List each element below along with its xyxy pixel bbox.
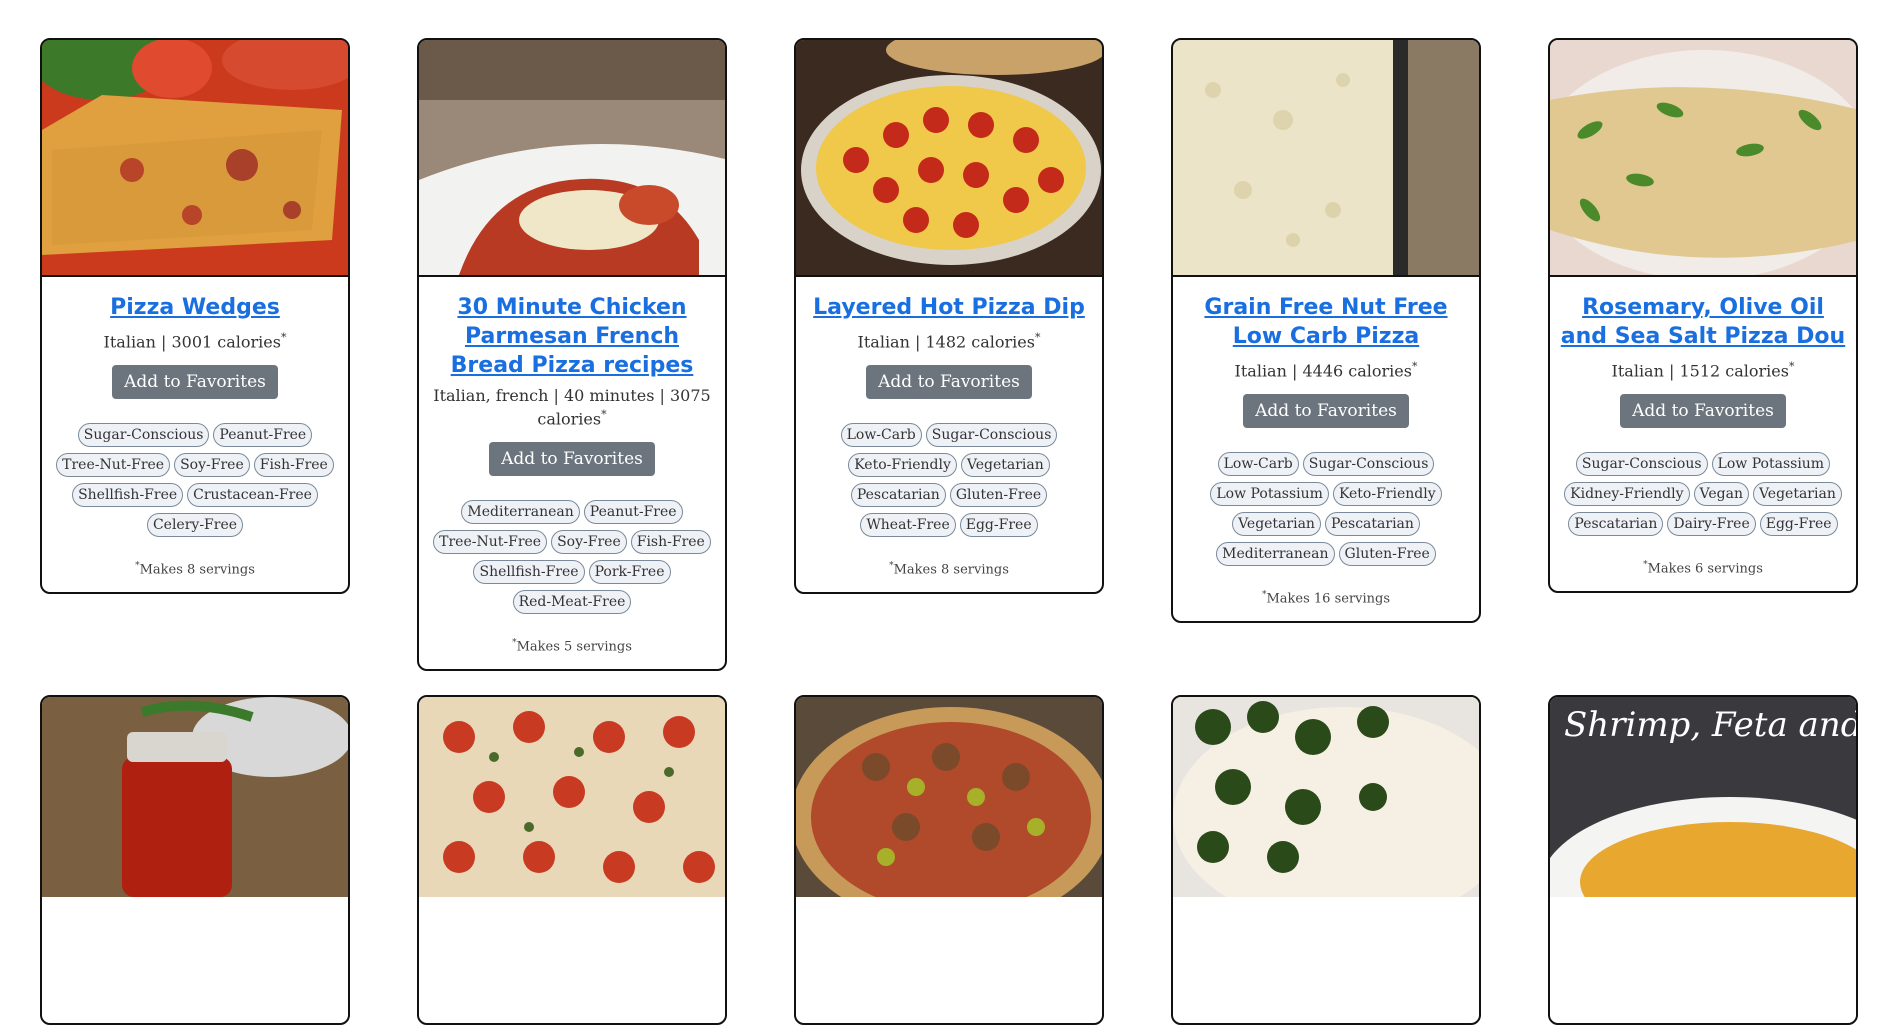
recipe-card: Pizza Wedges Italian | 3001 calories* Ad… xyxy=(40,38,350,594)
health-tag: Tree-Nut-Free xyxy=(56,453,171,478)
health-tag: Fish-Free xyxy=(630,530,711,555)
health-tag: Low Potassium xyxy=(1210,482,1329,507)
recipe-card: Grain Free Nut Free Low Carb Pizza Itali… xyxy=(1171,38,1481,623)
recipe-card: Rosemary, Olive Oil and Sea Salt Pizza D… xyxy=(1548,38,1858,593)
recipe-card xyxy=(1171,695,1481,1025)
recipe-meta: Italian | 4446 calories* xyxy=(1234,360,1418,381)
recipe-image[interactable] xyxy=(42,697,348,1023)
health-tag: Peanut-Free xyxy=(213,423,313,448)
health-tag: Soy-Free xyxy=(174,453,250,478)
recipe-image[interactable] xyxy=(796,697,1102,1023)
recipe-image[interactable]: Shrimp, Feta and To xyxy=(1550,697,1856,1023)
health-tag: Sugar-Conscious xyxy=(1302,452,1435,477)
health-tag: Kidney-Friendly xyxy=(1564,482,1690,507)
health-tag: Soy-Free xyxy=(551,530,627,555)
health-tag: Pork-Free xyxy=(588,560,671,585)
health-tag: Gluten-Free xyxy=(949,483,1048,508)
health-tag: Low-Carb xyxy=(1217,452,1299,477)
recipe-card xyxy=(794,695,1104,1025)
recipe-image[interactable] xyxy=(42,40,348,277)
recipe-meta: Italian | 1512 calories* xyxy=(1611,360,1795,381)
health-tag: Crustacean-Free xyxy=(187,483,318,508)
health-tag: Pescatarian xyxy=(1568,512,1664,537)
recipe-meta: Italian, french | 40 minutes | 3075 calo… xyxy=(433,386,711,429)
recipe-card: Shrimp, Feta and To xyxy=(1548,695,1858,1025)
health-tag: Pescatarian xyxy=(850,483,946,508)
health-tag: Keto-Friendly xyxy=(1332,482,1442,507)
add-to-favorites-button[interactable]: Add to Favorites xyxy=(1243,394,1409,429)
health-tag: Keto-Friendly xyxy=(848,453,957,478)
recipe-image[interactable] xyxy=(1550,40,1856,277)
add-to-favorites-button[interactable]: Add to Favorites xyxy=(866,365,1032,400)
recipe-card: 30 Minute Chicken Parmesan French Bread … xyxy=(417,38,727,671)
add-to-favorites-button[interactable]: Add to Favorites xyxy=(1620,394,1786,429)
recipe-title-link[interactable]: Pizza Wedges xyxy=(52,293,338,322)
servings-note: *Makes 8 servings xyxy=(135,561,255,578)
health-tag: Vegetarian xyxy=(960,453,1050,478)
recipe-image[interactable] xyxy=(1173,40,1479,277)
health-tag: Low-Carb xyxy=(840,423,922,448)
health-tag: Tree-Nut-Free xyxy=(433,530,548,555)
recipe-title-link[interactable]: 30 Minute Chicken Parmesan French Bread … xyxy=(429,293,715,380)
tag-list: Mediterranean Peanut-Free Tree-Nut-Free … xyxy=(429,500,715,615)
health-tag: Shellfish-Free xyxy=(473,560,585,585)
health-tag: Fish-Free xyxy=(253,453,334,478)
health-tag: Wheat-Free xyxy=(860,513,956,538)
health-tag: Vegan xyxy=(1693,482,1749,507)
recipe-card xyxy=(417,695,727,1025)
health-tag: Low Potassium xyxy=(1711,452,1831,477)
health-tag: Vegetarian xyxy=(1232,512,1321,537)
recipe-title-link[interactable]: Grain Free Nut Free Low Carb Pizza xyxy=(1183,293,1469,351)
recipe-image[interactable] xyxy=(419,697,725,1023)
add-to-favorites-button[interactable]: Add to Favorites xyxy=(489,442,655,477)
health-tag: Sugar-Conscious xyxy=(1575,452,1708,477)
recipe-title-link[interactable]: Layered Hot Pizza Dip xyxy=(806,293,1092,322)
add-to-favorites-button[interactable]: Add to Favorites xyxy=(112,365,278,400)
servings-note: *Makes 5 servings xyxy=(512,638,632,655)
servings-note: *Makes 16 servings xyxy=(1261,590,1391,607)
recipe-card xyxy=(40,695,350,1025)
tag-list: Sugar-Conscious Peanut-Free Tree-Nut-Fre… xyxy=(52,423,338,538)
recipe-image[interactable] xyxy=(796,40,1102,277)
health-tag: Shellfish-Free xyxy=(72,483,184,508)
recipe-image[interactable] xyxy=(419,40,725,277)
health-tag: Dairy-Free xyxy=(1667,512,1756,537)
health-tag: Sugar-Conscious xyxy=(925,423,1058,448)
health-tag: Pescatarian xyxy=(1324,512,1420,537)
recipe-title-link[interactable]: Rosemary, Olive Oil and Sea Salt Pizza D… xyxy=(1560,293,1846,351)
tag-list: Sugar-Conscious Low Potassium Kidney-Fri… xyxy=(1560,452,1846,537)
tag-list: Low-Carb Sugar-Conscious Low Potassium K… xyxy=(1183,452,1469,567)
health-tag: Mediterranean xyxy=(461,500,580,525)
tag-list: Low-Carb Sugar-Conscious Keto-Friendly V… xyxy=(806,423,1092,538)
health-tag: Red-Meat-Free xyxy=(512,590,632,615)
health-tag: Celery-Free xyxy=(146,513,244,538)
servings-note: *Makes 6 servings xyxy=(1643,560,1763,577)
health-tag: Mediterranean xyxy=(1216,542,1335,567)
recipe-meta: Italian | 1482 calories* xyxy=(857,331,1041,352)
health-tag: Vegetarian xyxy=(1752,482,1842,507)
health-tag: Peanut-Free xyxy=(583,500,683,525)
health-tag: Egg-Free xyxy=(1759,512,1838,537)
image-overlay-text: Shrimp, Feta and To xyxy=(1564,705,1856,745)
health-tag: Gluten-Free xyxy=(1338,542,1436,567)
health-tag: Sugar-Conscious xyxy=(77,423,210,448)
recipe-meta: Italian | 3001 calories* xyxy=(103,331,287,352)
recipe-card: Layered Hot Pizza Dip Italian | 1482 cal… xyxy=(794,38,1104,594)
recipe-image[interactable] xyxy=(1173,697,1479,1023)
servings-note: *Makes 8 servings xyxy=(889,561,1009,578)
health-tag: Egg-Free xyxy=(959,513,1038,538)
